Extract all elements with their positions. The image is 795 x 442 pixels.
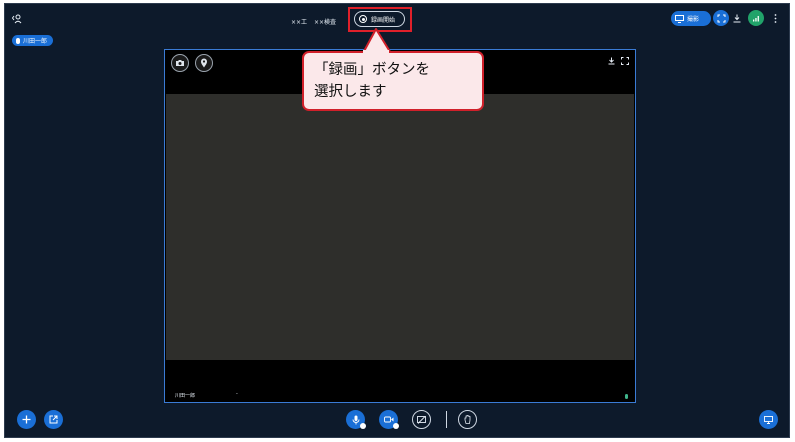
location-button[interactable] — [195, 54, 213, 72]
participant-name: 川田一郎 — [23, 38, 48, 45]
monitor-icon — [675, 14, 684, 23]
capture-button-label: 撮影 — [687, 16, 700, 23]
external-link-button[interactable] — [44, 410, 63, 429]
chat-button[interactable] — [759, 410, 778, 429]
location-icon — [201, 58, 207, 68]
fullscreen-button[interactable] — [713, 10, 729, 26]
back-user-icon[interactable] — [11, 13, 23, 25]
video-icon — [383, 416, 393, 423]
video-fullscreen-icon[interactable] — [620, 56, 629, 65]
video-mic-indicator-icon — [624, 393, 629, 399]
fullscreen-icon — [717, 14, 725, 22]
download-icon[interactable] — [732, 12, 742, 24]
video-stream — [166, 94, 634, 360]
mic-status-dot — [360, 423, 366, 429]
camera-button[interactable] — [171, 54, 189, 72]
video-participant-label: 川田一郎 — [175, 393, 196, 399]
hand-icon — [464, 415, 470, 424]
instruction-callout: 「録画」ボタンを 選択します — [302, 51, 484, 111]
video-participant-status: - — [236, 391, 238, 397]
nav-item-2[interactable]: ××検査 — [314, 17, 336, 26]
mic-toggle-icon — [352, 415, 359, 424]
screen-share-button[interactable] — [412, 410, 431, 429]
callout-line-1: 「録画」ボタンを — [314, 62, 430, 78]
signal-icon — [753, 15, 759, 21]
callout-line-2: 選択します — [314, 84, 387, 100]
add-button[interactable] — [17, 410, 36, 429]
toolbar-divider — [446, 411, 447, 428]
capture-button[interactable]: 撮影 — [671, 11, 711, 26]
signal-button[interactable] — [748, 10, 764, 26]
screen-share-off-icon — [417, 415, 426, 424]
add-icon — [22, 415, 31, 424]
external-link-icon — [49, 415, 58, 424]
video-download-icon[interactable] — [607, 56, 615, 65]
video-status-dot — [393, 423, 399, 429]
callout-tail-cover — [363, 50, 389, 54]
nav-item-1[interactable]: ××工 — [291, 17, 307, 26]
chat-icon — [764, 415, 773, 424]
participant-badge[interactable]: 川田一郎 — [12, 35, 54, 46]
mic-icon — [16, 37, 20, 44]
more-icon[interactable] — [771, 12, 779, 24]
raise-hand-button[interactable] — [458, 410, 477, 429]
camera-icon — [176, 60, 184, 66]
